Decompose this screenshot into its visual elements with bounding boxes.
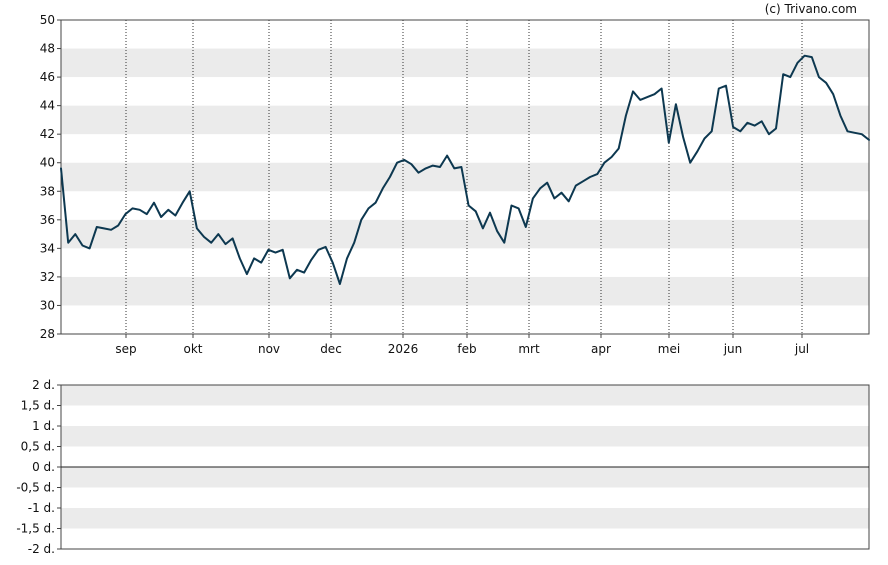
lower-y-tick-label: 1 d. — [32, 419, 55, 433]
price-band — [61, 219, 869, 249]
x-tick-label: okt — [184, 342, 203, 356]
y-tick-label: 32 — [40, 270, 55, 284]
lower-band — [61, 426, 869, 447]
x-tick-label: mei — [658, 342, 680, 356]
lower-band — [61, 467, 869, 488]
lower-y-tick-label: 0,5 d. — [21, 440, 55, 454]
lower-y-tick-label: -0,5 d. — [16, 481, 55, 495]
y-tick-label: 50 — [40, 13, 55, 27]
y-tick-label: 46 — [40, 70, 55, 84]
x-tick-label: feb — [457, 342, 476, 356]
price-band — [61, 105, 869, 135]
lower-y-tick-label: 2 d. — [32, 378, 55, 392]
x-tick-label: mrt — [518, 342, 540, 356]
lower-y-tick-label: -1,5 d. — [16, 522, 55, 536]
y-tick-label: 34 — [40, 241, 55, 255]
lower-y-tick-label: -1 d. — [28, 501, 55, 515]
bands — [61, 48, 869, 529]
credit-label: (c) Trivano.com — [765, 2, 857, 16]
y-tick-label: 28 — [40, 327, 55, 341]
lower-y-tick-label: -2 d. — [28, 542, 55, 556]
price-band — [61, 276, 869, 306]
y-tick-label: 44 — [40, 99, 55, 113]
lower-y-tick-label: 1,5 d. — [21, 399, 55, 413]
y-tick-label: 40 — [40, 156, 55, 170]
x-tick-label: jul — [794, 342, 809, 356]
y-tick-label: 48 — [40, 42, 55, 56]
lower-y-tick-label: 0 d. — [32, 460, 55, 474]
price-chart: 28 30 32 34 36 38 40 42 44 46 48 50 sep okt nov dec 2026… — [16, 2, 870, 556]
x-tick-label: dec — [320, 342, 342, 356]
lower-band — [61, 508, 869, 529]
y-tick-label: 42 — [40, 127, 55, 141]
x-tick-label: sep — [115, 342, 136, 356]
price-band — [61, 48, 869, 78]
y-tick-label: 30 — [40, 298, 55, 312]
y-tick-label: 38 — [40, 184, 55, 198]
x-tick-label: 2026 — [388, 342, 419, 356]
lower-band — [61, 385, 869, 406]
chart-root: 28 30 32 34 36 38 40 42 44 46 48 50 sep okt nov dec 2026… — [0, 0, 888, 565]
x-tick-label: apr — [591, 342, 611, 356]
x-tick-label: jun — [723, 342, 743, 356]
x-tick-label: nov — [258, 342, 280, 356]
y-tick-label: 36 — [40, 213, 55, 227]
